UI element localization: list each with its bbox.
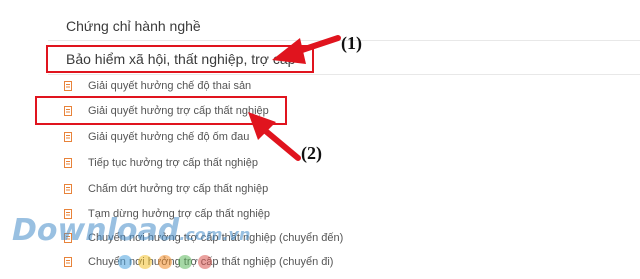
watermark-dot: [138, 255, 152, 269]
watermark-suffix: .com.vn: [179, 225, 251, 244]
watermark-dot: [158, 255, 172, 269]
arrow-icon: [272, 35, 341, 64]
page: Chứng chỉ hành nghề Bảo hiểm xã hội, thấ…: [0, 0, 640, 279]
annotation-marker-1: (1): [341, 33, 362, 53]
watermark: Download.com.vn: [12, 213, 250, 248]
annotation-marker-2: (2): [301, 143, 322, 163]
watermark-dot: [178, 255, 192, 269]
watermark-dots: [118, 255, 212, 269]
watermark-dot: [198, 255, 212, 269]
arrow-icon: [248, 112, 301, 161]
watermark-dot: [118, 255, 132, 269]
watermark-text: Download: [12, 213, 180, 248]
